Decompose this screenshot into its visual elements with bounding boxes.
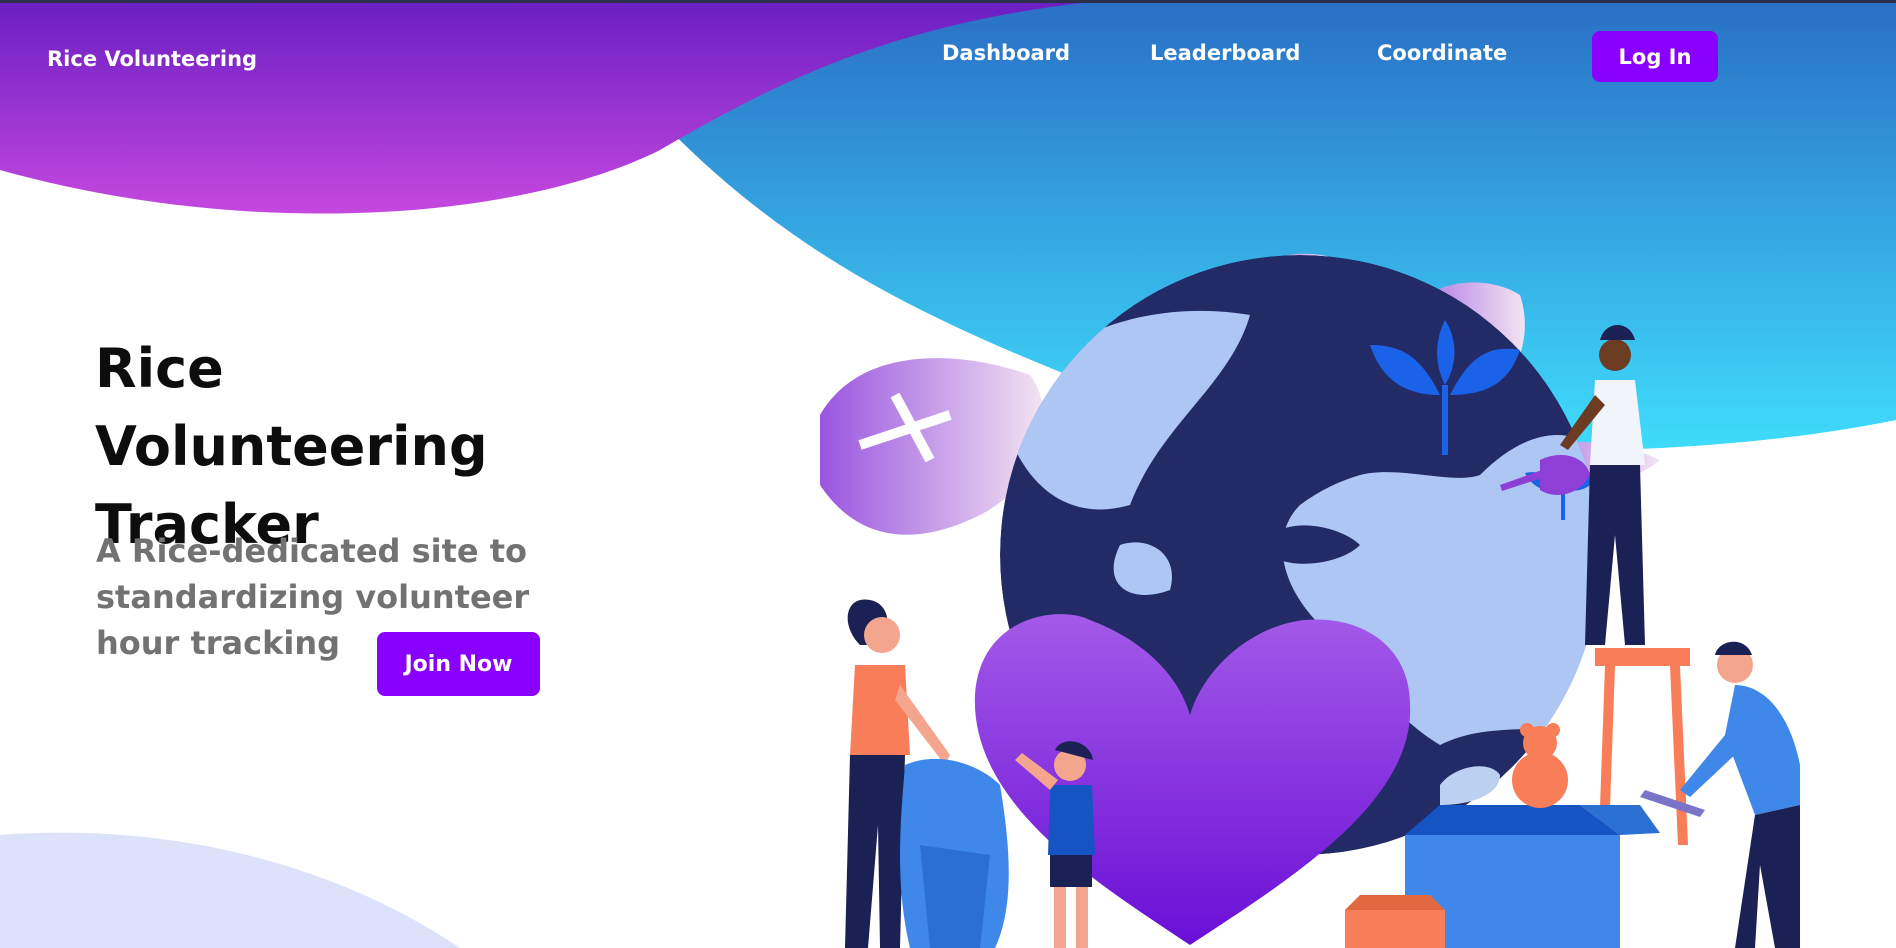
volunteering-illustration	[820, 253, 1800, 948]
nav-link-coordinate[interactable]: Coordinate	[1377, 41, 1507, 65]
brand-logo-text[interactable]: Rice Volunteering	[47, 47, 257, 71]
nav-link-dashboard[interactable]: Dashboard	[942, 41, 1070, 65]
top-navbar: Rice Volunteering Dashboard Leaderboard …	[0, 0, 1896, 110]
join-now-button[interactable]: Join Now	[377, 632, 540, 696]
lavender-corner	[0, 832, 460, 948]
man-volunteer	[1640, 641, 1800, 948]
nav-link-leaderboard[interactable]: Leaderboard	[1150, 41, 1300, 65]
trash-bag	[900, 758, 1009, 948]
top-border	[0, 0, 1896, 3]
login-button[interactable]: Log In	[1592, 31, 1718, 82]
